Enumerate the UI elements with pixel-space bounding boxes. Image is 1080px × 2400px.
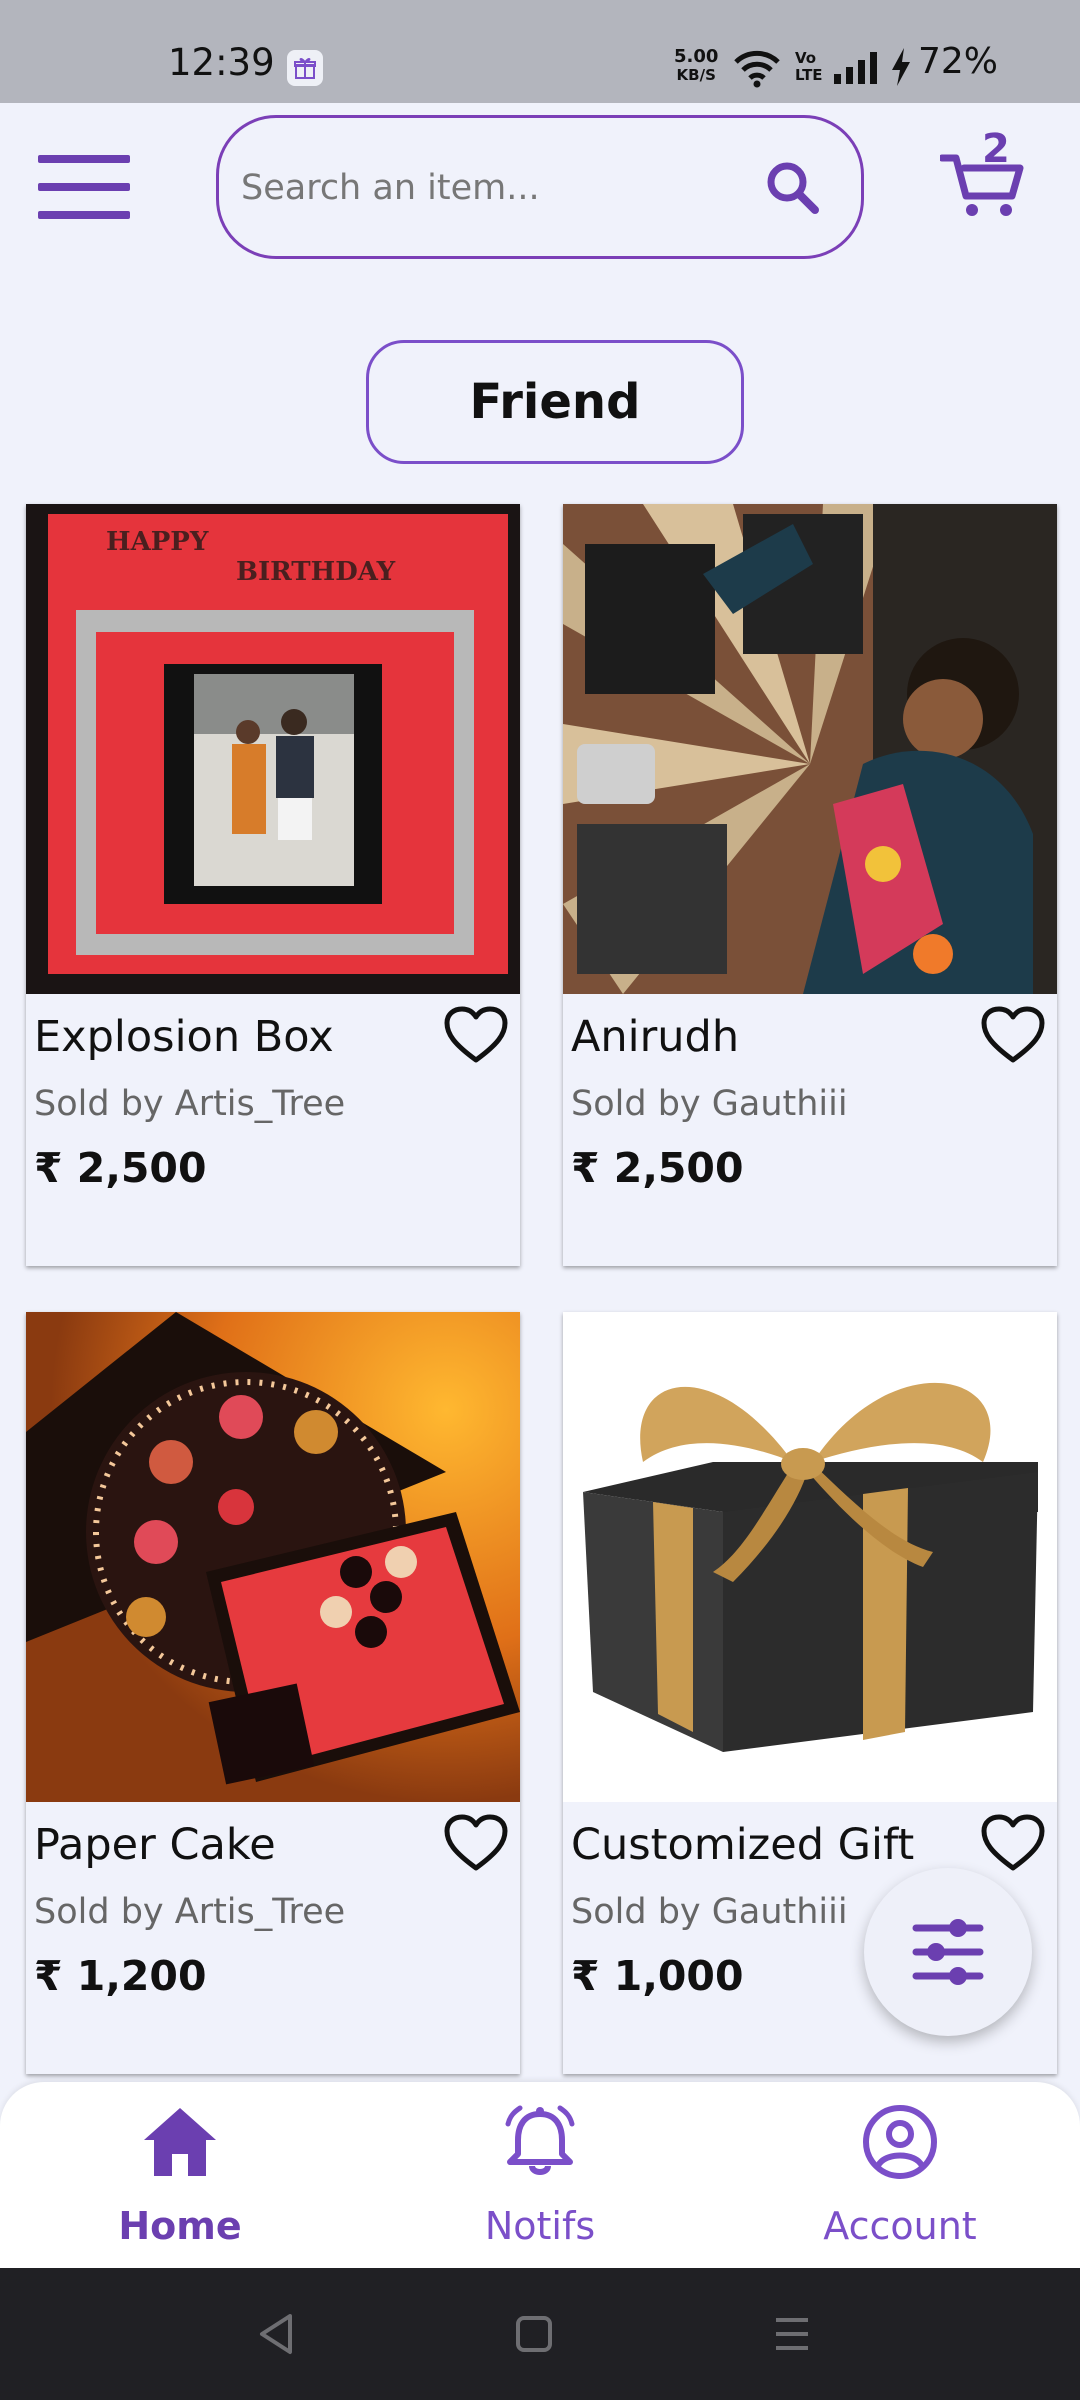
network-speed-unit: KB/S [676, 66, 716, 84]
photo-text-birthday: BIRTHDAY [236, 557, 396, 587]
nav-home[interactable]: Home [50, 2104, 310, 2254]
bell-icon [505, 2105, 575, 2175]
nav-notifs-label: Notifs [484, 2204, 596, 2248]
category-filter-button[interactable]: Friend [366, 340, 744, 464]
product-image[interactable] [26, 1312, 520, 1802]
back-icon[interactable] [256, 2310, 296, 2358]
search-bar[interactable] [216, 115, 864, 259]
product-image[interactable] [563, 1312, 1057, 1802]
product-seller: Sold by Gauthiii [571, 1084, 848, 1124]
home-button-icon[interactable] [514, 2310, 554, 2358]
cart-button[interactable]: 2 [940, 126, 1030, 220]
product-name: Paper Cake [34, 1820, 276, 1870]
nav-notifs[interactable]: Notifs [410, 2104, 670, 2254]
battery-level: 72% [918, 41, 999, 82]
volte-top: Vo [795, 49, 817, 67]
wifi-icon [734, 50, 780, 92]
nav-account-label: Account [823, 2204, 977, 2248]
product-name: Explosion Box [34, 1012, 334, 1062]
volte-bottom: LTE [795, 66, 823, 84]
status-bar: 12:39 5.00 KB/S Vo LTE 72% [0, 0, 1080, 103]
product-seller: Sold by Artis_Tree [34, 1084, 346, 1124]
heart-icon[interactable] [444, 1814, 508, 1876]
nav-home-label: Home [118, 2204, 242, 2248]
product-seller: Sold by Artis_Tree [34, 1892, 346, 1932]
product-card-explosion-box[interactable]: HAPPY BIRTHDAY Explosion Box Sold by Art… [26, 504, 520, 1266]
product-price: ₹ 1,200 [34, 1952, 207, 2000]
recents-icon[interactable] [772, 2310, 812, 2358]
photo-text-happy: HAPPY [106, 527, 209, 557]
nav-account[interactable]: Account [770, 2104, 1030, 2254]
home-icon [144, 2108, 216, 2176]
heart-icon[interactable] [981, 1814, 1045, 1876]
cart-icon [940, 154, 1024, 216]
account-icon [863, 2105, 937, 2179]
filter-sliders-icon [912, 1919, 984, 1985]
search-input[interactable] [241, 158, 721, 218]
search-icon[interactable] [763, 158, 823, 222]
product-image[interactable]: HAPPY BIRTHDAY [26, 504, 520, 994]
product-card-anirudh[interactable]: Anirudh Sold by Gauthiii ₹ 2,500 [563, 504, 1057, 1266]
charging-icon [890, 48, 912, 90]
bottom-navigation: Home Notifs Account [0, 2082, 1080, 2268]
product-card-paper-cake[interactable]: Paper Cake Sold by Artis_Tree ₹ 1,200 [26, 1312, 520, 2074]
product-seller: Sold by Gauthiii [571, 1892, 848, 1932]
heart-icon[interactable] [981, 1006, 1045, 1068]
heart-icon[interactable] [444, 1006, 508, 1068]
product-name: Customized Gift [571, 1820, 915, 1870]
network-speed: 5.00 KB/S [674, 46, 719, 85]
status-time: 12:39 [168, 41, 275, 84]
signal-icon [834, 52, 878, 88]
product-image[interactable] [563, 504, 1057, 994]
system-navigation-bar [0, 2268, 1080, 2400]
network-speed-value: 5.00 [674, 46, 719, 67]
product-price: ₹ 2,500 [34, 1144, 207, 1192]
volte-indicator: Vo LTE [795, 50, 823, 84]
gift-notification-icon [287, 50, 323, 86]
product-name: Anirudh [571, 1012, 740, 1062]
product-price: ₹ 1,000 [571, 1952, 744, 2000]
category-label: Friend [469, 374, 641, 430]
filter-button[interactable] [864, 1868, 1032, 2036]
menu-icon[interactable] [38, 155, 130, 219]
product-price: ₹ 2,500 [571, 1144, 744, 1192]
